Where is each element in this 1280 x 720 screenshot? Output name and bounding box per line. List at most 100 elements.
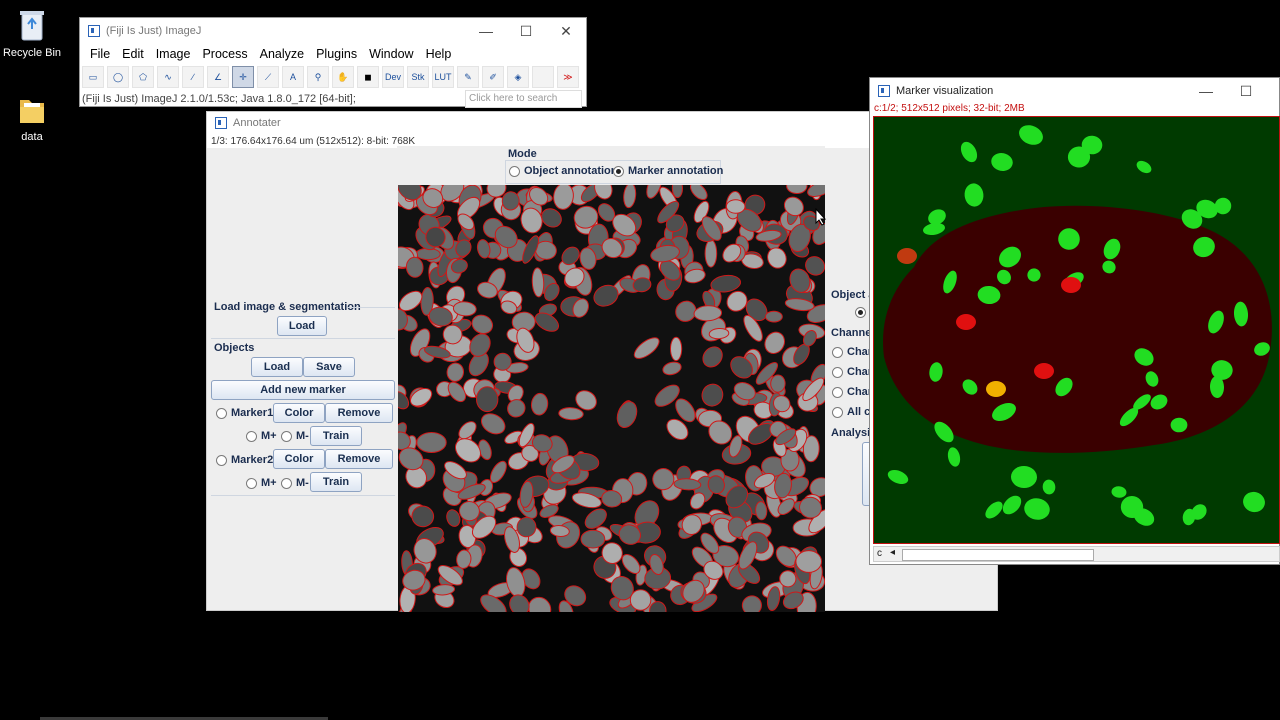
point-tool-icon[interactable]: ✛ — [232, 66, 254, 88]
cell-outline — [616, 401, 638, 429]
marker1-train-button[interactable]: Train — [310, 426, 362, 446]
data-folder-label: data — [21, 131, 43, 143]
cell-outline — [553, 185, 574, 210]
scroll-left-icon[interactable]: ◂ — [890, 547, 895, 558]
marker-vis-app-icon — [878, 85, 890, 97]
scroll-thumb[interactable] — [902, 549, 1094, 561]
brush-tool-icon[interactable]: ✐ — [482, 66, 504, 88]
mode-marker-annotation[interactable]: Marker annotation — [613, 165, 723, 177]
cell-outline — [454, 438, 482, 463]
cell-outline — [471, 314, 494, 335]
load-image-button[interactable]: Load — [277, 316, 327, 336]
cell-outline — [725, 199, 746, 214]
menu-process[interactable]: Process — [196, 47, 253, 61]
imagej-status-text: (Fiji Is Just) ImageJ 2.1.0/1.53c; Java … — [82, 93, 356, 105]
marker2-color-button[interactable]: Color — [273, 449, 325, 469]
flood-fill-tool-icon[interactable]: ◈ — [507, 66, 529, 88]
microscopy-image[interactable] — [398, 185, 825, 612]
marker1-radio[interactable]: Marker1 — [216, 407, 273, 419]
stk-tool-icon[interactable]: Stk — [407, 66, 429, 88]
marker2-train-button[interactable]: Train — [310, 472, 362, 492]
angle-tool-icon[interactable]: ∠ — [207, 66, 229, 88]
cell-outline — [507, 399, 526, 418]
radio-icon — [246, 477, 257, 489]
cell-outline — [770, 374, 786, 393]
marker-vis-minimize-icon[interactable]: — — [1186, 78, 1226, 104]
close-icon[interactable]: ✕ — [546, 18, 586, 44]
imagej-menubar: File Edit Image Process Analyze Plugins Window… — [80, 44, 586, 64]
objects-load-button[interactable]: Load — [251, 357, 303, 377]
menu-plugins[interactable]: Plugins — [310, 47, 363, 61]
cell-outline — [476, 386, 499, 413]
magnifier-tool-icon[interactable]: ⚲ — [307, 66, 329, 88]
recycle-bin-icon[interactable]: Recycle Bin — [0, 6, 67, 59]
annotater-app-icon — [215, 117, 227, 129]
cell-outline — [530, 392, 549, 416]
channel-scroll-label: c — [877, 548, 882, 559]
marker1-plus-radio[interactable]: M+ — [246, 430, 277, 442]
add-new-marker-button[interactable]: Add new marker — [211, 380, 395, 400]
annotater-title: Annotater — [233, 117, 281, 129]
polygon-tool-icon[interactable]: ⬠ — [132, 66, 154, 88]
marker2-plus-radio[interactable]: M+ — [246, 477, 277, 489]
color-picker-tool-icon[interactable]: ◼ — [357, 66, 379, 88]
minimize-icon[interactable]: — — [466, 18, 506, 44]
cell-outline — [480, 413, 506, 435]
pencil-tool-icon[interactable]: ✎ — [457, 66, 479, 88]
dev-tool-icon[interactable]: Dev — [382, 66, 404, 88]
freehand-tool-icon[interactable]: ∿ — [157, 66, 179, 88]
marker1-minus-radio[interactable]: M- — [281, 430, 309, 442]
oval-tool-icon[interactable]: ◯ — [107, 66, 129, 88]
cell-outline — [765, 310, 783, 323]
object-radio[interactable] — [855, 306, 870, 318]
marker-visualization-window: Marker visualization — ☐ c:1/2; 512x512 … — [869, 77, 1280, 565]
cell-outline — [493, 352, 512, 371]
marker2-minus-label: M- — [296, 477, 309, 489]
data-folder-icon[interactable]: data — [0, 94, 67, 143]
cell-outline — [416, 432, 447, 453]
mouse-cursor-icon — [815, 208, 827, 226]
search-input[interactable]: Click here to search — [465, 90, 582, 108]
imagej-app-icon — [88, 25, 100, 37]
marker2-radio[interactable]: Marker2 — [216, 454, 273, 466]
recycle-bin-graphic — [20, 11, 44, 41]
marker2-minus-radio[interactable]: M- — [281, 477, 309, 489]
menu-analyze[interactable]: Analyze — [254, 47, 310, 61]
radio-icon — [832, 386, 843, 398]
marker-vis-image[interactable] — [873, 116, 1280, 544]
radio-icon — [216, 454, 227, 466]
marker1-color-button[interactable]: Color — [273, 403, 325, 423]
hand-tool-icon[interactable]: ✋ — [332, 66, 354, 88]
line-tool-icon[interactable]: ∕ — [182, 66, 204, 88]
channel-label: Channel — [831, 327, 875, 339]
menu-file[interactable]: File — [84, 47, 116, 61]
radio-icon — [246, 430, 257, 442]
mode-label: Mode — [508, 148, 537, 160]
more-tools-icon[interactable]: ≫ — [557, 66, 579, 88]
radio-selected-icon — [613, 165, 624, 177]
channel-scrollbar[interactable]: c ◂ — [873, 546, 1280, 562]
mode-object-label: Object annotation — [524, 165, 618, 177]
menu-edit[interactable]: Edit — [116, 47, 150, 61]
menu-window[interactable]: Window — [363, 47, 419, 61]
radio-icon — [509, 165, 520, 177]
menu-image[interactable]: Image — [150, 47, 197, 61]
cell-outline — [446, 362, 465, 382]
mode-object-annotation[interactable]: Object annotation — [509, 165, 618, 177]
marker1-label: Marker1 — [231, 407, 274, 419]
marker1-remove-button[interactable]: Remove — [325, 403, 393, 423]
radio-icon — [216, 407, 227, 419]
menu-help[interactable]: Help — [420, 47, 458, 61]
radio-icon — [832, 406, 843, 418]
marker1-plus-label: M+ — [261, 430, 277, 442]
maximize-icon[interactable]: ☐ — [506, 18, 546, 44]
wand-tool-icon[interactable]: ⟋ — [257, 66, 279, 88]
blank-tool-icon[interactable] — [532, 66, 554, 88]
text-tool-icon[interactable]: A — [282, 66, 304, 88]
marker-vis-maximize-icon[interactable]: ☐ — [1226, 78, 1266, 104]
rectangle-tool-icon[interactable]: ▭ — [82, 66, 104, 88]
objects-save-button[interactable]: Save — [303, 357, 355, 377]
cell-outline — [795, 550, 822, 573]
lut-tool-icon[interactable]: LUT — [432, 66, 454, 88]
marker2-remove-button[interactable]: Remove — [325, 449, 393, 469]
